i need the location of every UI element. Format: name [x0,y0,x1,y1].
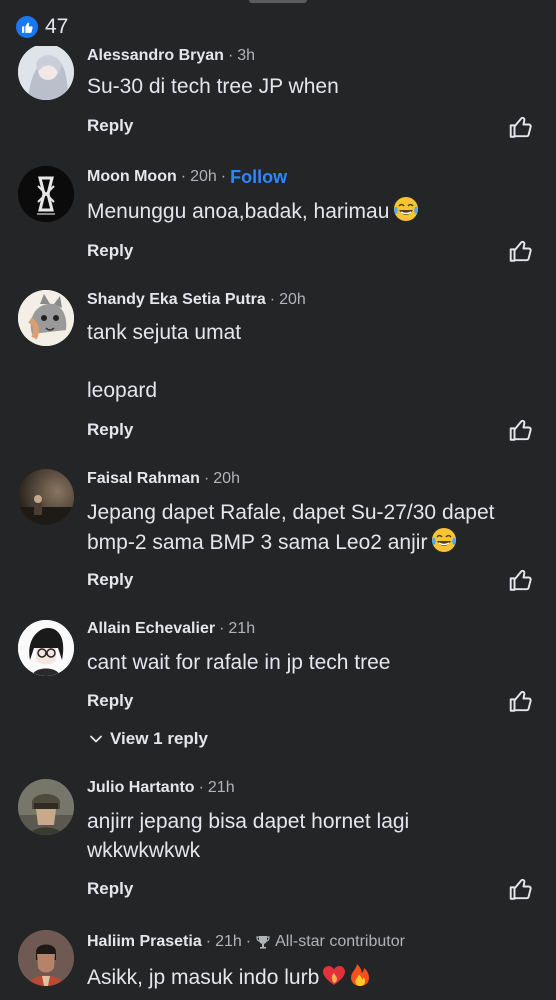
avatar[interactable] [18,44,74,100]
thumbs-up-outline-icon[interactable] [508,876,534,902]
comment-text: Asikk, jp masuk indo lurb [87,962,542,996]
comment-author[interactable]: Faisal Rahman [87,470,200,488]
thumbs-up-icon [16,16,38,38]
comment-text-content: Asikk, jp masuk indo lurb [87,966,320,989]
comment-author[interactable]: Haliim Prasetia [87,933,202,951]
thumbs-up-outline-icon[interactable] [508,114,534,140]
comment-meta: Haliim Prasetia · 21h · All-star contrib… [87,933,405,951]
header-background [0,0,556,46]
comment-meta: Allain Echevalier · 21h [87,620,256,638]
avatar[interactable] [18,290,74,346]
view-replies-label: View 1 reply [110,729,208,748]
comment-text-content: bmp-2 sama BMP 3 sama Leo2 anjir [87,531,428,554]
reply-button[interactable]: Reply [87,570,133,590]
reply-button[interactable]: Reply [87,691,133,711]
comment-time[interactable]: 3h [237,47,255,65]
comment-text-line: anjirr jepang bisa dapet hornet lagi [87,810,410,833]
comment-meta: Shandy Eka Setia Putra · 20h [87,291,306,309]
comment-author[interactable]: Moon Moon [87,168,177,186]
view-replies-button[interactable]: View 1 reply [88,729,208,749]
comment-time[interactable]: 21h [228,620,255,638]
avatar[interactable] [18,469,74,525]
comment-text: Su-30 di tech tree JP when [87,75,339,98]
comment-time[interactable]: 20h [279,291,306,309]
comment-text: Menunggu anoa,badak, harimau [87,196,542,230]
like-count: 47 [45,15,69,38]
comment-text-line: leopard [87,379,158,402]
comment-author[interactable]: Shandy Eka Setia Putra [87,291,266,309]
comment-author[interactable]: Alessandro Bryan [87,47,224,65]
trophy-icon [255,934,271,950]
contributor-badge[interactable]: All-star contributor [275,933,405,951]
comment-time[interactable]: 20h [213,470,240,488]
comment-author[interactable]: Allain Echevalier [87,620,215,638]
follow-button[interactable]: Follow [230,167,287,188]
comment-meta: Faisal Rahman · 20h [87,470,240,488]
reactions-summary-overlay[interactable]: 47 [16,14,68,40]
comment-text-line: wkkwkwkwk [87,839,201,862]
face-with-tears-of-joy-icon [393,196,419,230]
reply-button[interactable]: Reply [87,879,133,899]
reply-button[interactable]: Reply [87,116,133,136]
avatar[interactable] [18,620,74,676]
comment-text: cant wait for rafale in jp tech tree [87,651,391,674]
comment-meta: Alessandro Bryan · 3h [87,47,256,65]
avatar[interactable] [18,930,74,986]
thumbs-up-outline-icon[interactable] [508,688,534,714]
fire-icon [347,962,373,996]
thumbs-up-outline-icon[interactable] [508,567,534,593]
reply-button[interactable]: Reply [87,241,133,261]
comment-meta: Moon Moon · 20h · Follow [87,166,288,188]
comment-text-content: Menunggu anoa,badak, harimau [87,200,390,223]
face-with-tears-of-joy-icon [431,527,457,561]
reply-button[interactable]: Reply [87,420,133,440]
thumbs-up-outline-icon[interactable] [508,417,534,443]
comment-meta: Julio Hartanto · 21h [87,779,235,797]
heart-on-fire-icon [321,962,347,996]
comment-text-line: bmp-2 sama BMP 3 sama Leo2 anjir [87,527,542,561]
avatar[interactable] [18,166,74,222]
comment-author[interactable]: Julio Hartanto [87,779,195,797]
comment-time[interactable]: 20h [190,168,217,186]
comment-time[interactable]: 21h [215,933,242,951]
comment-text-line: tank sejuta umat [87,321,242,344]
drag-handle-top[interactable] [249,0,307,3]
comment-text-line: Jepang dapet Rafale, dapet Su-27/30 dape… [87,501,495,524]
comment-time[interactable]: 21h [208,779,235,797]
chevron-down-icon [88,731,104,747]
avatar[interactable] [18,779,74,835]
thumbs-up-outline-icon[interactable] [508,238,534,264]
